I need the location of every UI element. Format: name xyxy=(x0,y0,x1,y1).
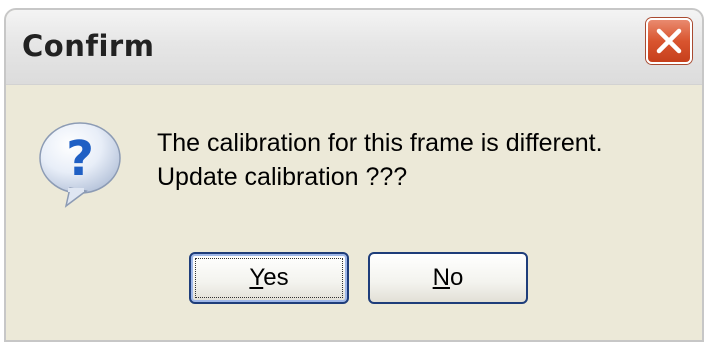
no-mnemonic: N xyxy=(432,264,450,291)
dialog-title: Confirm xyxy=(22,29,155,63)
close-icon xyxy=(656,28,682,54)
dialog-body: ? The calibration for this frame is diff… xyxy=(6,85,702,340)
message-line-1: The calibration for this frame is differ… xyxy=(157,129,603,157)
question-icon: ? xyxy=(39,122,121,208)
yes-mnemonic: Y xyxy=(249,264,264,291)
no-label-rest: o xyxy=(449,264,464,291)
yes-button[interactable]: Yes xyxy=(189,252,349,304)
close-button[interactable] xyxy=(646,18,692,64)
title-bar[interactable]: Confirm xyxy=(6,10,702,85)
svg-text:?: ? xyxy=(66,131,94,187)
no-button[interactable]: No xyxy=(368,252,528,304)
confirm-dialog: Confirm ? The calibration for this frame… xyxy=(4,8,704,342)
dialog-message: The calibration for this frame is differ… xyxy=(157,126,603,194)
message-line-2: Update calibration ??? xyxy=(157,163,408,191)
yes-label-rest: es xyxy=(263,264,289,291)
